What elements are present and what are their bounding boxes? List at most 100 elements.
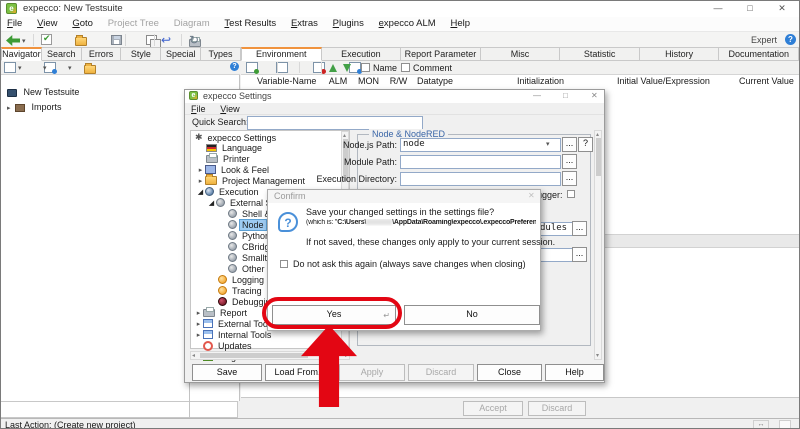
save-icon[interactable] <box>111 35 122 45</box>
fragment-browse-button[interactable]: ... <box>572 221 587 236</box>
move-up-icon[interactable] <box>329 64 337 72</box>
settings-item-project-management[interactable]: ▸Project Management <box>192 175 307 186</box>
tree-item-new-testsuite[interactable]: New Testsuite <box>7 87 79 97</box>
settings-minimize-button[interactable]: — <box>533 91 541 100</box>
settings-item-cbridge[interactable]: CBridge <box>192 241 277 252</box>
scrollbar-thumb[interactable] <box>596 138 601 176</box>
settings-close-button[interactable]: ✕ <box>591 91 598 100</box>
tab-errors[interactable]: Errors <box>82 47 122 61</box>
nodejs-path-dropdown-icon[interactable]: ▾ <box>546 140 550 148</box>
view-mode-icon[interactable] <box>4 62 16 73</box>
expander-icon[interactable]: ◢ <box>207 199 216 207</box>
tab-misc[interactable]: Misc <box>481 47 561 61</box>
expander-icon[interactable]: ▸ <box>194 331 203 339</box>
tab-history[interactable]: History <box>640 47 720 61</box>
tab-navigator[interactable]: Navigator <box>1 47 42 61</box>
copy-window-icon[interactable] <box>146 35 157 45</box>
column-initial-value[interactable]: Initial Value/Expression <box>613 75 740 88</box>
settings-save-button[interactable]: Save <box>192 364 262 381</box>
menu-test-results[interactable]: Test Results <box>218 17 282 31</box>
scroll-up-icon[interactable]: ▴ <box>596 131 599 138</box>
add-variable-icon[interactable] <box>246 62 258 73</box>
expander-icon[interactable]: ▸ <box>196 177 205 185</box>
back-arrow-icon[interactable] <box>6 35 20 46</box>
accept-button[interactable]: Accept <box>463 401 523 416</box>
settings-item-node[interactable]: Node <box>192 219 266 230</box>
settings-item-tracing[interactable]: Tracing <box>192 285 264 296</box>
tab-special[interactable]: Special <box>161 47 201 61</box>
minimize-button[interactable]: — <box>703 1 733 17</box>
nodejs-path-help-button[interactable]: ? <box>578 137 593 152</box>
settings-menu-file[interactable]: File <box>185 103 212 115</box>
column-alm[interactable]: ALM <box>323 75 354 88</box>
column-current-value[interactable]: Current Value <box>735 75 800 88</box>
menu-goto[interactable]: Goto <box>66 17 99 31</box>
tab-search[interactable]: Search <box>42 47 82 61</box>
settings-item-logging[interactable]: Logging <box>192 274 266 285</box>
expander-icon[interactable]: ◢ <box>196 188 205 196</box>
scroll-up-icon[interactable]: ▴ <box>343 132 346 139</box>
tab-types[interactable]: Types <box>201 47 241 61</box>
settings-apply-button[interactable]: Apply <box>339 364 405 381</box>
confirm-close-button[interactable]: ✕ <box>528 191 535 200</box>
settings-close-button-bottom[interactable]: Close <box>477 364 542 381</box>
tree-item-imports[interactable]: ▸ Imports <box>7 102 62 112</box>
settings-item-internal-tools[interactable]: ▸Internal Tools <box>192 329 273 340</box>
tab-statistic[interactable]: Statistic <box>560 47 640 61</box>
column-rw[interactable]: R/W <box>384 75 414 88</box>
scrollbar-thumb[interactable] <box>200 353 308 358</box>
execution-directory-browse-button[interactable]: ... <box>562 171 577 186</box>
column-variable-name[interactable]: Variable-Name <box>253 75 328 88</box>
nodejs-path-browse-button[interactable]: ... <box>562 137 577 152</box>
navigator-help-icon[interactable]: ? <box>230 62 239 71</box>
settings-panel-scrollbar[interactable]: ▴ ▾ <box>594 130 602 360</box>
settings-item-look-and-feel[interactable]: ▸Look & Feel <box>192 164 271 175</box>
menu-help[interactable]: Help <box>444 17 476 31</box>
settings-item-python[interactable]: Python <box>192 230 272 241</box>
grip-icon[interactable] <box>779 420 791 429</box>
quick-search-input[interactable] <box>247 116 423 130</box>
fragment-browse-button-2[interactable]: ... <box>572 247 587 262</box>
module-field-fragment[interactable]: dules <box>537 222 575 236</box>
settings-item-printer[interactable]: Printer <box>192 153 252 164</box>
settings-help-button[interactable]: Help <box>545 364 604 381</box>
do-not-ask-checkbox[interactable] <box>280 260 288 268</box>
reload-variables-icon[interactable] <box>349 62 361 73</box>
execution-directory-input[interactable] <box>400 172 561 186</box>
comment-checkbox[interactable] <box>401 63 410 72</box>
module-path-browse-button[interactable]: ... <box>562 154 577 169</box>
resize-columns-icon[interactable]: ↔ <box>753 420 769 429</box>
expander-icon[interactable]: ▸ <box>196 166 205 174</box>
settings-item-other[interactable]: Other <box>192 263 267 274</box>
settings-menu-view[interactable]: View <box>214 103 245 115</box>
tab-environment[interactable]: Environment <box>241 47 322 61</box>
settings-item-updates[interactable]: Updates <box>192 340 254 351</box>
menu-expecco-alm[interactable]: expecco ALM <box>373 17 442 31</box>
open-folder-icon[interactable] <box>75 37 87 46</box>
confirm-no-button[interactable]: No <box>404 305 540 325</box>
view-mode-dropdown-icon[interactable]: ▾ <box>18 64 22 72</box>
settings-item-execution[interactable]: ◢Execution <box>192 186 261 197</box>
maximize-button[interactable]: □ <box>735 1 765 17</box>
column-initialization[interactable]: Initialization <box>513 75 618 88</box>
scroll-down-icon[interactable]: ▾ <box>596 352 599 359</box>
help-icon[interactable]: ? <box>785 34 796 45</box>
menu-view[interactable]: View <box>31 17 63 31</box>
undo-icon[interactable]: ↩ <box>161 33 171 47</box>
close-button[interactable]: ✕ <box>767 1 797 17</box>
layout-dropdown-icon[interactable]: ▾ <box>43 64 47 72</box>
settings-item-language[interactable]: Language <box>192 142 264 153</box>
nodejs-path-input[interactable]: node <box>400 138 561 152</box>
refresh-clock-icon[interactable]: ↻ <box>189 33 199 47</box>
discard-button[interactable]: Discard <box>528 401 586 416</box>
tab-style[interactable]: Style <box>121 47 161 61</box>
back-arrow-dropdown-icon[interactable]: ▾ <box>22 37 26 45</box>
expander-icon[interactable]: ▸ <box>194 309 203 317</box>
tab-report-parameter[interactable]: Report Parameter <box>401 47 481 61</box>
column-datatype[interactable]: Datatype <box>413 75 518 88</box>
folder-actions-icon[interactable] <box>84 65 96 74</box>
column-mon[interactable]: MON <box>353 75 385 88</box>
settings-item-report[interactable]: ▸Report <box>192 307 249 318</box>
settings-maximize-button[interactable]: □ <box>563 91 568 100</box>
debugger-checkbox[interactable] <box>567 190 575 198</box>
